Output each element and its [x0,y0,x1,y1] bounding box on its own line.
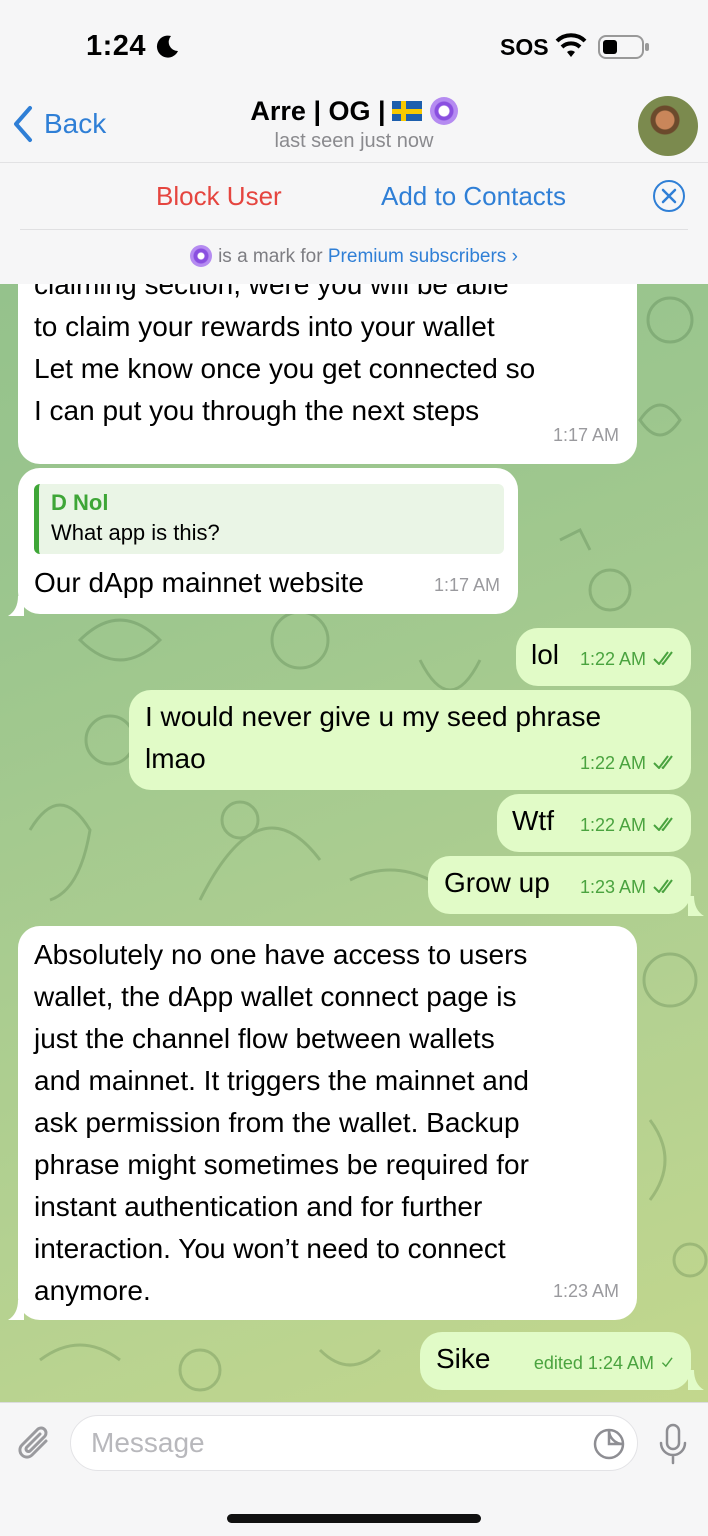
message-line: Absolutely no one have access to users [34,939,528,970]
message-line: instant authentication and for further [34,1191,483,1222]
message-line: I can put you through the next steps [34,395,480,426]
chat-title-text: Arre | OG | [250,96,386,126]
message-bubble-incoming[interactable]: Absolutely no one have access to users w… [18,926,637,1320]
premium-badge-icon[interactable] [429,97,458,125]
message-input[interactable] [71,1416,541,1470]
message-time: 1:23 AM [579,877,646,897]
premium-badge-icon [190,245,213,267]
block-user-button[interactable]: Block User [156,181,282,212]
message-time-row: 1:22 AM [580,742,679,784]
message-line: just the channel flow between wallets [34,1023,495,1054]
moon-icon [156,35,178,58]
message-line: I would never give u my seed phrase [145,701,602,732]
message-time: 1:23 AM [552,1281,619,1301]
navigation-header: 1:24 SOS Back Arre | OG | last seen just… [0,0,708,162]
premium-note-prefix: is a mark for [218,246,323,267]
message-time: 1:22 AM [579,815,646,835]
message-text: Wtf [512,805,554,836]
divider [20,229,688,230]
message-time: 1:22 AM [579,649,646,669]
single-check-icon [661,1357,673,1368]
message-time: 1:17 AM [552,425,619,445]
microphone-icon[interactable] [656,1423,690,1465]
reply-quote[interactable]: D Nol What app is this? [34,484,504,554]
bubble-tail [8,1300,24,1320]
message-time: edited 1:24 AM [533,1353,654,1373]
add-to-contacts-button[interactable]: Add to Contacts [381,181,566,212]
message-line: anymore. [34,1275,151,1306]
message-time-row: 1:23 AM [580,866,679,908]
message-field[interactable] [70,1415,638,1471]
message-bubble-outgoing[interactable]: Sike edited 1:24 AM [420,1332,691,1390]
home-indicator[interactable] [227,1514,481,1523]
message-text: lol [531,639,560,670]
avatar[interactable] [638,96,698,156]
double-check-icon [653,755,673,769]
double-check-icon [653,817,673,831]
message-line: ask permission from the wallet. Backup [34,1107,520,1138]
message-bubble-incoming[interactable]: D Nol What app is this? Our dApp mainnet… [18,468,518,614]
message-time: 1:22 AM [579,753,646,773]
message-bubble-outgoing[interactable]: lol 1:22 AM [516,628,691,686]
message-time: 1:17 AM [433,575,500,595]
message-time-row: 1:22 AM [580,638,679,680]
message-bubble-outgoing[interactable]: Wtf 1:22 AM [497,794,691,852]
message-line: Let me know once you get connected so [34,353,536,384]
sos-indicator: SOS [500,34,549,60]
message-line: and mainnet. It triggers the mainnet and [34,1065,529,1096]
chevron-right-icon: › [511,246,518,267]
message-line: to claim your rewards into your wallet [34,311,495,342]
bubble-tail [8,596,24,616]
status-time: 1:24 [86,30,147,62]
premium-note[interactable]: is a mark for Premium subscribers › [0,245,708,268]
message-text: Our dApp mainnet website [34,567,364,598]
message-line: wallet, the dApp wallet connect page is [34,981,517,1012]
reply-author: D Nol [51,490,109,515]
action-bar: Block User Add to Contacts is a mark for… [0,162,708,284]
message-bubble-outgoing[interactable]: Grow up 1:23 AM [428,856,691,914]
reply-text: What app is this? [51,520,220,545]
message-line: interaction. You won’t need to connect [34,1233,506,1264]
message-bubble-outgoing[interactable]: I would never give u my seed phrase lmao… [129,690,691,790]
chat-title[interactable]: Arre | OG | [0,96,708,127]
message-text: Grow up [444,867,550,898]
bubble-tail [688,1370,704,1390]
message-time-row: edited 1:24 AM [534,1342,679,1384]
message-line: lmao [145,743,206,774]
double-check-icon [653,651,673,665]
last-seen-status: last seen just now [274,130,434,152]
battery-icon [598,35,649,59]
sweden-flag-icon [391,101,422,121]
paperclip-icon[interactable] [16,1423,54,1465]
sticker-icon[interactable] [593,1428,625,1460]
wifi-icon [555,33,587,57]
message-time-row: 1:22 AM [580,804,679,846]
bubble-tail [688,896,704,916]
premium-subscribers-link[interactable]: Premium subscribers [328,246,506,267]
message-line: phrase might sometimes be required for [34,1149,529,1180]
close-icon[interactable] [652,179,686,213]
message-text: Sike [436,1343,491,1374]
double-check-icon [653,879,673,893]
